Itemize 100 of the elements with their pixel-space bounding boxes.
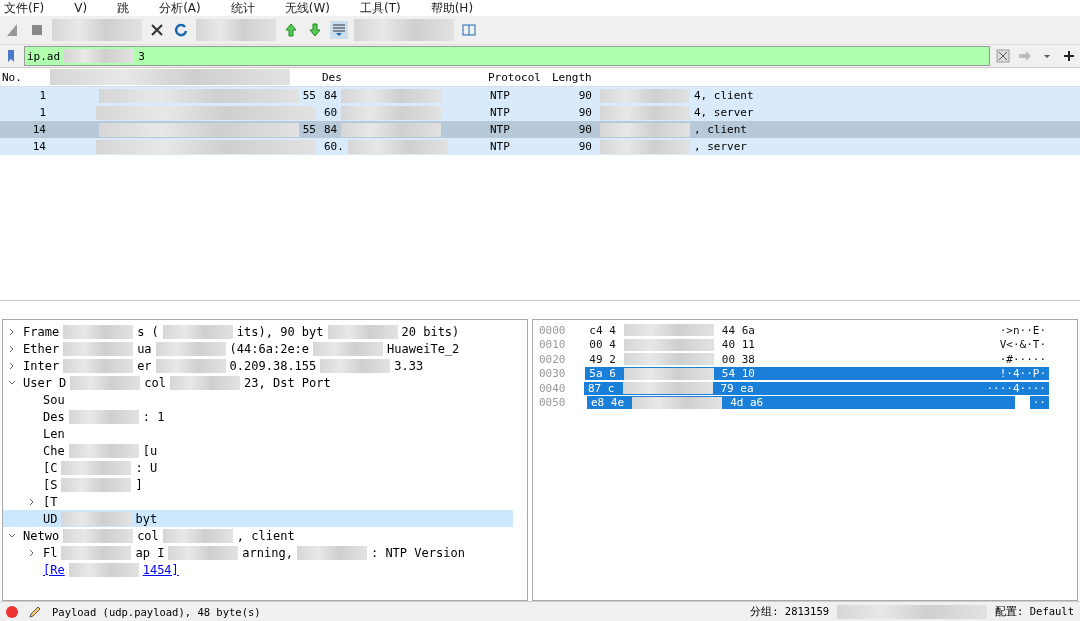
- tree-row[interactable]: User D col 23, Dst Port: [3, 374, 513, 391]
- redaction-mosaic: [63, 358, 134, 373]
- packet-row[interactable]: 1 60 NTP 90 4, server: [0, 104, 1080, 121]
- reload-icon[interactable]: [172, 21, 190, 39]
- link[interactable]: [Re: [43, 562, 65, 577]
- tree-row[interactable]: Len: [3, 425, 513, 442]
- menu-item[interactable]: 文件(F): [4, 0, 45, 17]
- menu-item[interactable]: 统计: [230, 0, 255, 17]
- tree-text: : NTP Version: [370, 545, 465, 560]
- tree-row[interactable]: [S ]: [3, 476, 513, 493]
- hex-ascii[interactable]: ··: [1029, 396, 1049, 410]
- column-header[interactable]: No.: [0, 70, 50, 84]
- redaction-mosaic: [61, 460, 132, 475]
- tree-row[interactable]: Ether ua (44:6a:2e:e HuaweiTe_2: [3, 340, 513, 357]
- table-cell: 14: [32, 123, 46, 136]
- tree-row[interactable]: Fl ap I arning, : NTP Version: [3, 544, 513, 561]
- tree-row[interactable]: Des : 1: [3, 408, 513, 425]
- packet-row[interactable]: 14 60. NTP 90 , server: [0, 138, 1080, 155]
- hex-ascii[interactable]: ·#·····: [996, 352, 1049, 366]
- hex-ascii[interactable]: !·4··P·: [996, 367, 1049, 381]
- table-cell: 14: [32, 140, 46, 153]
- menu-item[interactable]: 帮助(H): [430, 0, 474, 17]
- redaction-mosaic: [68, 409, 139, 424]
- hex-ascii[interactable]: ····4····: [983, 381, 1049, 395]
- tree-text: 3.33: [394, 358, 424, 373]
- tree-row[interactable]: Frame s ( its), 90 byt 20 bits): [3, 323, 513, 340]
- redaction-mosaic: [63, 324, 134, 339]
- table-cell: 84: [324, 123, 338, 136]
- tree-text: Netwo: [23, 528, 60, 543]
- hex-bytes[interactable]: 87 c 79 ea: [584, 381, 984, 395]
- table-cell: NTP: [490, 106, 510, 119]
- clear-icon[interactable]: [994, 47, 1012, 65]
- redaction-mosaic: [170, 375, 241, 390]
- link[interactable]: 1454]: [142, 562, 179, 577]
- tree-text: Len: [43, 426, 65, 441]
- menu-item[interactable]: V): [74, 1, 88, 15]
- column-header[interactable]: Protocol: [486, 70, 550, 84]
- menu-item[interactable]: 分析(A): [159, 0, 201, 17]
- hex-offset: 0010: [538, 338, 567, 352]
- tree-text: Des: [43, 409, 65, 424]
- redaction-mosaic: [61, 545, 132, 560]
- tree-text: , client: [236, 528, 295, 543]
- display-filter-field[interactable]: ip.ad 3: [24, 46, 990, 66]
- redaction-mosaic: [296, 545, 367, 560]
- redaction-mosaic: [155, 341, 226, 356]
- hex-ascii[interactable]: ·>n··E·: [996, 323, 1049, 337]
- status-icon: [6, 605, 18, 618]
- redaction-mosaic: [320, 358, 391, 373]
- hex-bytes[interactable]: e8 4e 4d a6: [587, 396, 1015, 410]
- column-header[interactable]: Length: [550, 70, 596, 84]
- tree-text: byt: [135, 511, 158, 526]
- tree-row[interactable]: [Re 1454]: [3, 561, 513, 578]
- tree-row[interactable]: UD byt: [3, 510, 513, 527]
- hex-offset: 0030: [538, 367, 567, 381]
- tree-text: Sou: [43, 392, 65, 407]
- profile-label[interactable]: 配置: Default: [995, 604, 1074, 619]
- tree-row[interactable]: [T: [3, 493, 513, 510]
- resize-columns-icon[interactable]: [460, 21, 478, 39]
- tree-row[interactable]: Sou: [3, 391, 513, 408]
- hex-bytes[interactable]: 49 2 00 38: [585, 352, 997, 366]
- hex-bytes[interactable]: 5a 6 54 10: [585, 367, 997, 381]
- filter-text: ip.ad: [27, 49, 61, 63]
- menu-item[interactable]: 工具(T): [359, 0, 401, 17]
- arrow-up-icon[interactable]: [282, 21, 300, 39]
- tree-text: er: [137, 358, 152, 373]
- tree-text: (44:6a:2e:e: [229, 341, 310, 356]
- tree-text: Ether: [23, 341, 60, 356]
- tree-text: Frame: [23, 324, 60, 339]
- redaction-mosaic: [327, 324, 398, 339]
- tree-text: 23, Dst Port: [244, 375, 331, 390]
- table-cell: 1: [39, 89, 46, 102]
- table-cell: 55: [302, 89, 316, 102]
- arrow-down-icon[interactable]: [306, 21, 324, 39]
- redaction-mosaic: [61, 511, 132, 526]
- redaction-mosaic: [313, 341, 384, 356]
- tree-text: Fl: [43, 545, 58, 560]
- redaction-mosaic: [63, 341, 134, 356]
- table-cell: 90: [578, 123, 592, 136]
- table-cell: NTP: [490, 123, 510, 136]
- hex-offset: 0050: [538, 396, 567, 410]
- packet-row[interactable]: 1 55 84 NTP 90 4, client: [0, 87, 1080, 104]
- packet-row[interactable]: 14 55 84 NTP 90 , client: [0, 121, 1080, 138]
- table-cell: NTP: [490, 140, 510, 153]
- menu-item[interactable]: 无线(W): [284, 0, 330, 17]
- tree-row[interactable]: [C : U: [3, 459, 513, 476]
- hex-offset: 0020: [538, 352, 567, 366]
- packet-count: 分组: 2813159: [750, 604, 830, 619]
- column-header[interactable]: Des: [320, 70, 486, 84]
- tree-row[interactable]: Che [u: [3, 442, 513, 459]
- menu-item[interactable]: 跳: [117, 0, 130, 17]
- hex-bytes[interactable]: c4 4 44 6a: [585, 323, 997, 337]
- redaction-mosaic: [168, 545, 239, 560]
- autoscroll-icon[interactable]: [330, 21, 348, 39]
- tree-text: ap I: [135, 545, 165, 560]
- tree-row[interactable]: Netwo col , client: [3, 527, 513, 544]
- tree-row[interactable]: Inter er 0.209.38.155 3.33: [3, 357, 513, 374]
- hex-offset: 0040: [538, 381, 567, 395]
- hex-bytes[interactable]: 00 4 40 11: [585, 338, 997, 352]
- hex-ascii[interactable]: V<·&·T·: [996, 338, 1049, 352]
- redaction-mosaic: [155, 358, 226, 373]
